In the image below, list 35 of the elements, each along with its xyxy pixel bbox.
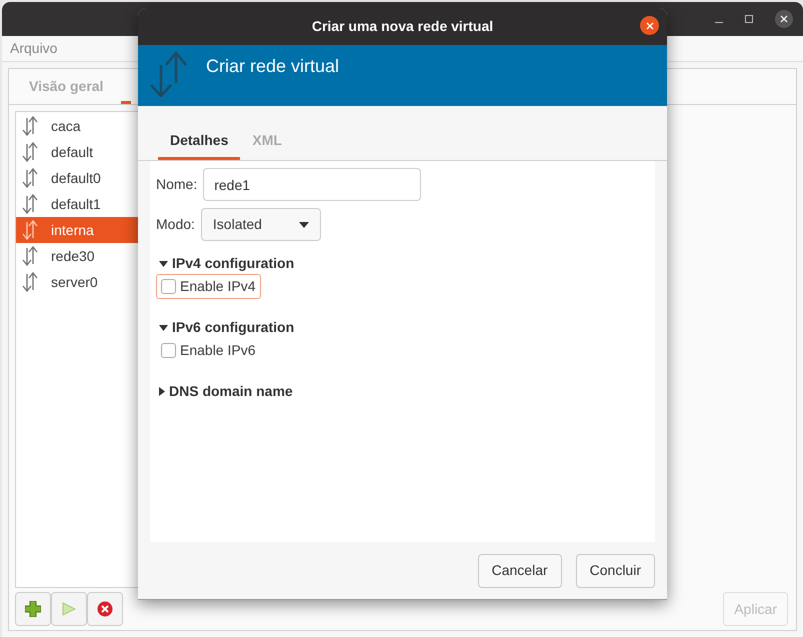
network-item[interactable]: server0 <box>16 269 149 295</box>
close-icon[interactable] <box>775 10 793 28</box>
dialog-button[interactable]: Cancelar <box>478 554 562 588</box>
plus-icon <box>25 601 41 617</box>
dialog-button[interactable]: Concluir <box>576 554 655 588</box>
mode-dropdown[interactable]: Isolated <box>200 208 321 241</box>
dialog-title: Criar uma nova rede virtual <box>312 17 494 36</box>
network-item[interactable]: default0 <box>16 165 149 191</box>
start-button[interactable] <box>51 592 87 626</box>
play-icon <box>62 602 76 616</box>
add-button[interactable] <box>15 592 51 626</box>
expanded-triangle-icon <box>159 260 168 266</box>
section-header[interactable]: IPv4 configuration <box>156 253 649 274</box>
checkbox[interactable] <box>161 343 176 358</box>
close-icon[interactable] <box>640 16 659 35</box>
field-label: Nome: <box>156 175 198 194</box>
field-label: Modo: <box>156 215 195 234</box>
caret-icon <box>298 222 309 228</box>
network-arrows-icon <box>148 51 188 97</box>
stop-icon <box>97 601 113 617</box>
network-item[interactable]: rede30 <box>16 243 149 269</box>
collapsed-triangle-icon <box>159 387 165 396</box>
section-header[interactable]: DNS domain name <box>156 381 649 402</box>
checkbox-row[interactable]: Enable IPv6 <box>156 338 260 363</box>
stop-button[interactable] <box>87 592 123 626</box>
name-field[interactable]: rede1 <box>203 168 422 201</box>
network-item[interactable]: caca <box>16 113 149 139</box>
banner-title: Criar rede virtual <box>206 55 340 78</box>
section-header[interactable]: IPv6 configuration <box>156 317 649 338</box>
checkbox[interactable] <box>161 279 176 294</box>
network-item[interactable]: default1 <box>16 191 149 217</box>
checkbox-row[interactable]: Enable IPv4 <box>156 274 260 299</box>
expanded-triangle-icon <box>159 324 168 330</box>
network-item[interactable]: default <box>16 139 149 165</box>
maximize-icon[interactable] <box>745 15 753 23</box>
